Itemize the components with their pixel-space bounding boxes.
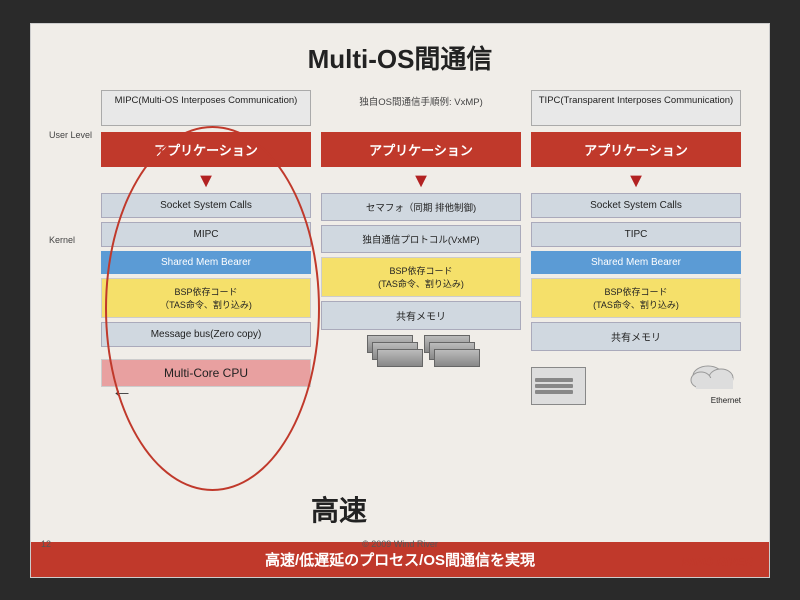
left-mipc-block: MIPC	[101, 222, 311, 247]
right-app-block: アプリケーション	[531, 132, 741, 167]
mid-semaphore-block: セマフォ（同期 排他制御)	[321, 193, 521, 221]
wind-river-logo: WIND RIVER	[681, 555, 753, 569]
left-col-header: MIPC(Multi-OS Interposes Communication)	[101, 90, 311, 126]
mid-bsp-block: BSP依存コード(TAS命令、割り込み)	[321, 257, 521, 297]
left-bsp-block: BSP依存コード（TAS命令、割り込み)	[101, 278, 311, 318]
right-shared-mem-bearer-block: Shared Mem Bearer	[531, 251, 741, 274]
mid-app-block: アプリケーション	[321, 132, 521, 167]
high-speed-label: 高速	[311, 489, 367, 529]
col-right: TIPC(Transparent Interposes Communicatio…	[531, 90, 741, 405]
ethernet-label: Ethernet	[686, 396, 741, 405]
slide-container: Multi-OS間通信 User Level Kernel MIPC(Multi…	[30, 23, 770, 578]
right-col-header: TIPC(Transparent Interposes Communicatio…	[531, 90, 741, 126]
chip-stack-2	[424, 335, 476, 375]
left-app-block: アプリケーション	[101, 132, 311, 167]
kernel-label: Kernel	[49, 235, 75, 245]
chip-stack-1	[367, 335, 419, 375]
ethernet-area: Ethernet	[686, 356, 741, 405]
right-icons-area: Ethernet	[531, 356, 741, 405]
mid-col-header: 独自OS間通信手順例: VxMP)	[321, 90, 521, 126]
left-arrow: ←	[111, 377, 133, 403]
col-mid: 独自OS間通信手順例: VxMP) アプリケーション ▼ セマフォ（同期 排他制…	[321, 90, 521, 405]
right-tipc-block: TIPC	[531, 222, 741, 247]
col-left: User Level Kernel MIPC(Multi-OS Interpos…	[101, 90, 311, 405]
left-socket-block: Socket System Calls	[101, 193, 311, 218]
copyright-text: © 2009 Wind River	[362, 539, 438, 549]
left-shared-mem-block: Shared Mem Bearer	[101, 251, 311, 274]
right-shared-mem-label: 共有メモリ	[531, 322, 741, 351]
cloud-icon	[686, 356, 741, 391]
mid-shared-mem-label: 共有メモリ	[321, 301, 521, 330]
arrow-down-mid: ▼	[321, 171, 521, 191]
mid-protocol-block: 独自通信プロトコル(VxMP)	[321, 225, 521, 253]
left-msgbus-block: Message bus(Zero copy)	[101, 322, 311, 347]
right-socket-block: Socket System Calls	[531, 193, 741, 218]
user-level-label: User Level	[49, 130, 92, 140]
slide-number: 12	[41, 539, 51, 549]
mid-memory-chips	[321, 335, 521, 375]
server-icon	[531, 367, 591, 405]
arrow-down-right: ▼	[531, 171, 741, 191]
arrow-down-left-1: ▼	[101, 171, 311, 191]
slide-title: Multi-OS間通信	[51, 39, 749, 76]
right-bsp-block: BSP依存コード(TAS命令、割り込み)	[531, 278, 741, 318]
